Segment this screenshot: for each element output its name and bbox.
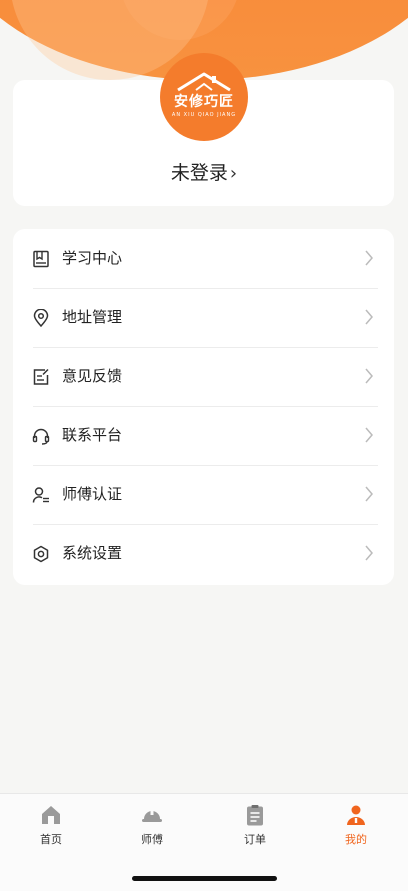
tab-mine[interactable]: 我的 (326, 804, 386, 847)
menu-item-label: 地址管理 (62, 308, 123, 326)
tab-master[interactable]: 师傅 (122, 804, 182, 847)
location-pin-icon (33, 309, 49, 327)
chevron-right-icon (365, 250, 373, 266)
menu-item-label: 学习中心 (62, 249, 123, 267)
home-indicator[interactable] (132, 876, 277, 881)
user-verify-icon (32, 487, 49, 503)
headset-icon (32, 428, 50, 445)
logo-title: 安修巧匠 (174, 94, 234, 110)
helmet-icon (142, 809, 162, 822)
menu-item-feedback[interactable]: 意见反馈 (13, 347, 394, 406)
logo-subtitle: AN XIU QIAO JIANG (171, 112, 237, 118)
person-icon (347, 805, 365, 825)
menu-item-address-management[interactable]: 地址管理 (13, 288, 394, 347)
chevron-right-icon (365, 545, 373, 561)
chevron-right-icon (365, 368, 373, 384)
tab-label: 我的 (345, 833, 367, 846)
menu-item-system-settings[interactable]: 系统设置 (13, 524, 394, 583)
chevron-right-icon: › (229, 163, 238, 184)
chevron-right-icon (365, 309, 373, 325)
menu-item-learning-center[interactable]: 学习中心 (13, 229, 394, 288)
book-icon (33, 250, 49, 268)
home-icon (42, 806, 60, 824)
tab-home[interactable]: 首页 (21, 804, 81, 847)
tab-label: 师傅 (141, 833, 163, 846)
menu-item-label: 师傅认证 (62, 485, 123, 503)
tab-orders[interactable]: 订单 (225, 804, 285, 847)
app-logo: 安修巧匠 AN XIU QIAO JIANG (160, 53, 248, 141)
chevron-right-icon (365, 486, 373, 502)
menu-item-label: 意见反馈 (62, 367, 123, 385)
login-status-label: 未登录 (170, 162, 228, 184)
menu-item-label: 系统设置 (62, 544, 123, 562)
menu-item-contact-platform[interactable]: 联系平台 (13, 406, 394, 465)
house-roof-icon (177, 72, 231, 92)
menu-item-label: 联系平台 (62, 426, 123, 444)
chevron-right-icon (365, 427, 373, 443)
menu-card: 学习中心 地址管理 意见反馈 联系平台 师傅认证 系统设置 (13, 229, 394, 585)
clipboard-icon (247, 805, 263, 826)
menu-item-master-certification[interactable]: 师傅认证 (13, 465, 394, 524)
gear-icon (33, 545, 49, 563)
tab-label: 订单 (244, 833, 266, 846)
login-status-button[interactable]: 未登录 › (0, 158, 408, 185)
edit-note-icon (33, 368, 49, 385)
tab-label: 首页 (40, 833, 62, 846)
